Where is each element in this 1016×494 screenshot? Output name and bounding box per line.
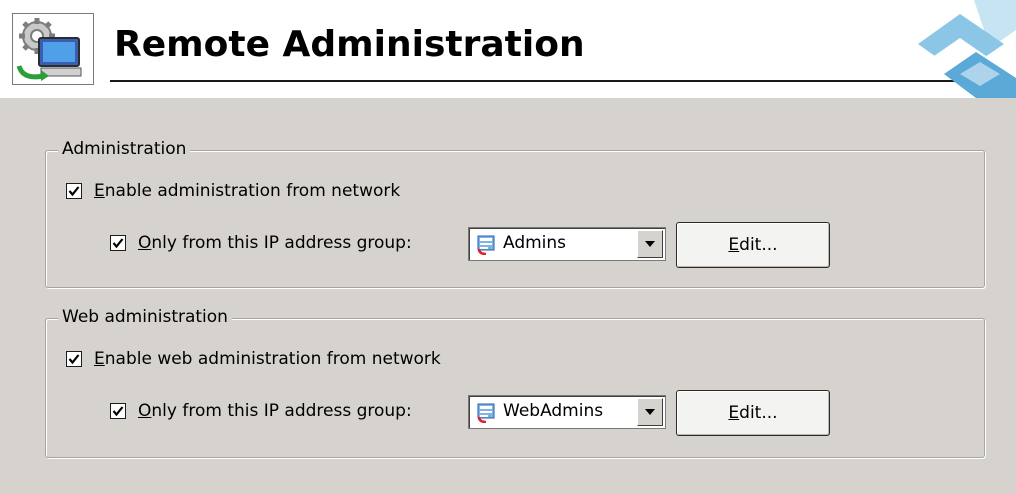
edit-label-rest: dit... [739,235,778,255]
enable-administration-label: Enable administration from network [94,181,400,201]
enable-web-administration-label-rest: nable web administration from network [104,349,441,369]
enable-administration-checkbox[interactable] [66,183,82,199]
ip-group-icon [477,235,497,260]
only-from-ip-mnemonic: O [138,233,152,253]
enable-administration-label-rest: nable administration from network [104,181,401,201]
enable-web-administration-label: Enable web administration from network [94,349,441,369]
only-from-ip-checkbox[interactable] [110,235,126,251]
administration-group-label: Administration [58,139,191,159]
web-ip-group-select[interactable]: WebAdmins [468,395,666,429]
page-header: Remote Administration [0,0,1016,98]
chevron-down-icon[interactable] [637,230,663,258]
enable-web-administration-checkbox[interactable] [66,351,82,367]
web-only-from-ip-row[interactable]: Only from this IP address group: [110,401,412,421]
page-title: Remote Administration [114,24,585,65]
web-administration-groupbox: Web administration Enable web administra… [45,307,985,458]
edit-mnemonic: E [728,235,740,255]
only-from-ip-label-rest: nly from this IP address group: [151,233,412,253]
edit-web-ip-group-button[interactable]: Edit... [676,390,830,436]
web-edit-mnemonic: E [728,403,740,423]
ip-group-value: Admins [503,233,567,253]
brand-logo-icon [904,0,1016,103]
ip-group-select[interactable]: Admins [468,227,666,261]
only-from-ip-label: Only from this IP address group: [138,233,412,253]
web-ip-group-icon [477,403,497,428]
enable-administration-mnemonic: E [94,181,105,201]
settings-panel: Administration Enable administration fro… [0,98,1016,494]
only-from-ip-row[interactable]: Only from this IP address group: [110,233,412,253]
web-administration-group-label: Web administration [58,307,232,327]
enable-web-administration-row[interactable]: Enable web administration from network [66,349,441,369]
enable-web-administration-mnemonic: E [94,349,105,369]
administration-groupbox: Administration Enable administration fro… [45,139,985,288]
web-only-from-ip-mnemonic: O [138,401,152,421]
edit-ip-group-button[interactable]: Edit... [676,222,830,268]
header-divider [110,80,990,82]
web-only-from-ip-label: Only from this IP address group: [138,401,412,421]
remote-admin-computer-icon [12,13,94,85]
web-ip-group-value: WebAdmins [503,401,604,421]
web-edit-label-rest: dit... [739,403,778,423]
chevron-down-icon[interactable] [637,398,663,426]
enable-administration-row[interactable]: Enable administration from network [66,181,400,201]
web-only-from-ip-checkbox[interactable] [110,403,126,419]
web-only-from-ip-label-rest: nly from this IP address group: [151,401,412,421]
